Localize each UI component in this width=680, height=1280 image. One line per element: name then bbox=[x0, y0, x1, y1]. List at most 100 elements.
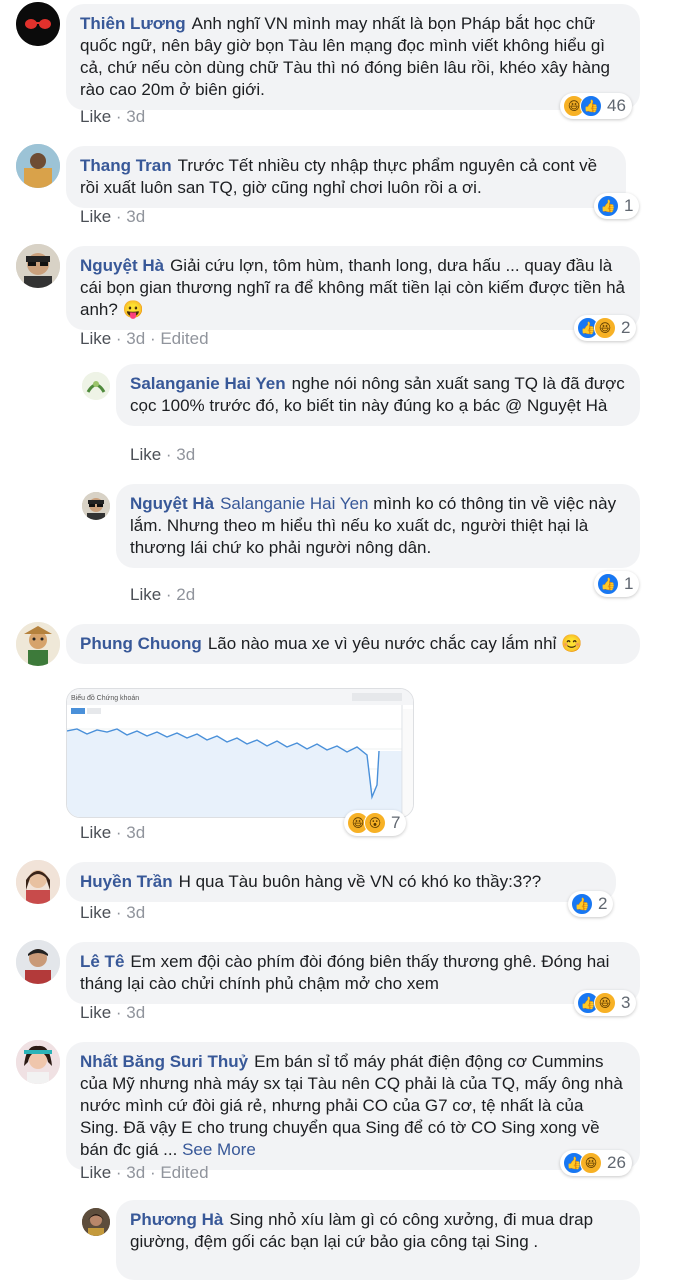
thumbs-up-icon: 👍 bbox=[597, 573, 619, 595]
timestamp[interactable]: 3d bbox=[126, 903, 145, 922]
timestamp[interactable]: 3d bbox=[126, 1163, 145, 1182]
reaction-count: 7 bbox=[391, 813, 401, 832]
comment-text: H qua Tàu buôn hàng về VN có khó ko thầy… bbox=[178, 872, 542, 891]
comment-author[interactable]: Salanganie Hai Yen bbox=[130, 374, 286, 393]
comment-author[interactable]: Thiên Lương bbox=[80, 14, 186, 33]
like-button[interactable]: Like bbox=[80, 329, 111, 348]
reaction-summary[interactable]: 👍 😆 2 bbox=[574, 315, 637, 341]
reaction-count: 26 bbox=[607, 1153, 626, 1172]
reaction-summary[interactable]: 😆 👍 46 bbox=[560, 93, 632, 119]
comment-actions: Like · 3d bbox=[80, 107, 146, 126]
avatar[interactable] bbox=[82, 372, 110, 400]
comment-bubble: Phung Chuong Lão nào mua xe vì yêu nước c… bbox=[66, 624, 640, 664]
avatar[interactable] bbox=[82, 492, 110, 520]
comment-bubble: Salanganie Hai Yen nghe nói nông sản xuất… bbox=[116, 364, 640, 426]
avatar-image bbox=[16, 1040, 60, 1084]
comment-author[interactable]: Huyền Trần bbox=[80, 872, 173, 891]
avatar[interactable] bbox=[16, 940, 60, 984]
reaction-count: 2 bbox=[598, 894, 608, 913]
comment-author[interactable]: Phung Chuong bbox=[80, 634, 202, 653]
reaction-summary[interactable]: 👍 1 bbox=[594, 193, 640, 219]
laughing-face-icon: 😆 bbox=[594, 992, 616, 1014]
comment-bubble: Huyền Trần H qua Tàu buôn hàng về VN có k… bbox=[66, 862, 616, 902]
timestamp[interactable]: 3d bbox=[126, 1003, 145, 1022]
comment-actions: Like · 3d · Edited bbox=[80, 1163, 209, 1182]
reaction-summary[interactable]: 👍 😆 26 bbox=[560, 1150, 632, 1176]
avatar-image bbox=[16, 940, 60, 984]
comment-bubble: Nguyệt Hà Salanganie Hai Yen mình ko có t… bbox=[116, 484, 640, 568]
thumbs-up-icon: 👍 bbox=[571, 893, 593, 915]
timestamp[interactable]: 2d bbox=[176, 585, 195, 604]
avatar[interactable] bbox=[16, 860, 60, 904]
comment-author[interactable]: Phương Hà bbox=[130, 1210, 223, 1229]
thumbs-up-icon: 👍 bbox=[597, 195, 619, 217]
comment-bubble: Nhất Băng Suri Thuỷ Em bán sỉ tổ máy phát… bbox=[66, 1042, 640, 1170]
comment-text: Lão nào mua xe vì yêu nước chắc cay lắm … bbox=[207, 634, 583, 653]
comment-actions: Like · 3d bbox=[80, 1003, 146, 1022]
timestamp[interactable]: 3d bbox=[126, 207, 145, 226]
avatar-image bbox=[16, 860, 60, 904]
comment-bubble: Thang Tran Trước Tết nhiều cty nhập thực … bbox=[66, 146, 626, 208]
avatar[interactable] bbox=[16, 2, 60, 46]
comment-actions: Like · 3d bbox=[130, 445, 196, 464]
comment-author[interactable]: Nhất Băng Suri Thuỷ bbox=[80, 1052, 248, 1071]
timestamp[interactable]: 3d bbox=[126, 329, 145, 348]
avatar-image bbox=[16, 244, 60, 288]
attached-image[interactable]: Biểu đồ Chứng khoán bbox=[66, 688, 414, 818]
stock-chart-image: Biểu đồ Chứng khoán bbox=[67, 689, 413, 817]
reaction-summary[interactable]: 👍 😆 3 bbox=[574, 990, 637, 1016]
like-button[interactable]: Like bbox=[80, 107, 111, 126]
avatar[interactable] bbox=[16, 622, 60, 666]
like-button[interactable]: Like bbox=[130, 585, 161, 604]
like-button[interactable]: Like bbox=[80, 903, 111, 922]
avatar-image bbox=[82, 372, 110, 400]
like-button[interactable]: Like bbox=[80, 823, 111, 842]
comment-bubble: Phương Hà Sing nhỏ xíu làm gì có công xưở… bbox=[116, 1200, 640, 1280]
mention-link[interactable]: Salanganie Hai Yen bbox=[220, 494, 368, 513]
laughing-face-icon: 😆 bbox=[594, 317, 616, 339]
comment-actions: Like · 2d bbox=[130, 585, 196, 604]
like-button[interactable]: Like bbox=[80, 1163, 111, 1182]
see-more-link[interactable]: See More bbox=[182, 1140, 256, 1159]
comment-actions: Like · 3d bbox=[80, 903, 146, 922]
avatar[interactable] bbox=[16, 1040, 60, 1084]
avatar-image bbox=[16, 144, 60, 188]
like-button[interactable]: Like bbox=[130, 445, 161, 464]
avatar[interactable] bbox=[16, 244, 60, 288]
reaction-count: 46 bbox=[607, 96, 626, 115]
timestamp[interactable]: 3d bbox=[126, 823, 145, 842]
surprised-face-icon: 😮 bbox=[364, 812, 386, 834]
thumbs-up-icon: 👍 bbox=[580, 95, 602, 117]
comment-bubble: Lê Tê Em xem đội cào phím đòi đóng biên t… bbox=[66, 942, 640, 1004]
edited-label[interactable]: Edited bbox=[160, 1163, 208, 1182]
comment-actions: Like · 3d bbox=[80, 207, 146, 226]
comment-actions: Like · 3d bbox=[80, 823, 146, 842]
avatar[interactable] bbox=[16, 144, 60, 188]
reaction-count: 1 bbox=[624, 574, 634, 593]
comment-author[interactable]: Thang Tran bbox=[80, 156, 172, 175]
like-button[interactable]: Like bbox=[80, 207, 111, 226]
timestamp[interactable]: 3d bbox=[126, 107, 145, 126]
timestamp[interactable]: 3d bbox=[176, 445, 195, 464]
reaction-summary[interactable]: 👍 1 bbox=[594, 571, 640, 597]
comment-bubble: Nguyệt Hà Giải cứu lợn, tôm hùm, thanh lo… bbox=[66, 246, 640, 330]
avatar-image bbox=[16, 622, 60, 666]
avatar-image bbox=[82, 492, 110, 520]
avatar[interactable] bbox=[82, 1208, 110, 1236]
comment-author[interactable]: Nguyệt Hà bbox=[130, 494, 214, 513]
avatar-image bbox=[16, 2, 60, 46]
like-button[interactable]: Like bbox=[80, 1003, 111, 1022]
comment-author[interactable]: Lê Tê bbox=[80, 952, 124, 971]
reaction-count: 2 bbox=[621, 318, 631, 337]
comment-text: Em xem đội cào phím đòi đóng biên thấy t… bbox=[80, 952, 610, 993]
chart-image-title: Biểu đồ Chứng khoán bbox=[71, 693, 139, 702]
comment-actions: Like · 3d · Edited bbox=[80, 329, 209, 348]
reaction-summary[interactable]: 😆 😮 7 bbox=[344, 810, 407, 836]
laughing-face-icon: 😆 bbox=[580, 1152, 602, 1174]
reaction-count: 1 bbox=[624, 196, 634, 215]
comment-author[interactable]: Nguyệt Hà bbox=[80, 256, 164, 275]
reaction-count: 3 bbox=[621, 993, 631, 1012]
comment-bubble: Thiên Lương Anh nghĩ VN mình may nhất là … bbox=[66, 4, 640, 110]
edited-label[interactable]: Edited bbox=[160, 329, 208, 348]
reaction-summary[interactable]: 👍 2 bbox=[568, 891, 614, 917]
